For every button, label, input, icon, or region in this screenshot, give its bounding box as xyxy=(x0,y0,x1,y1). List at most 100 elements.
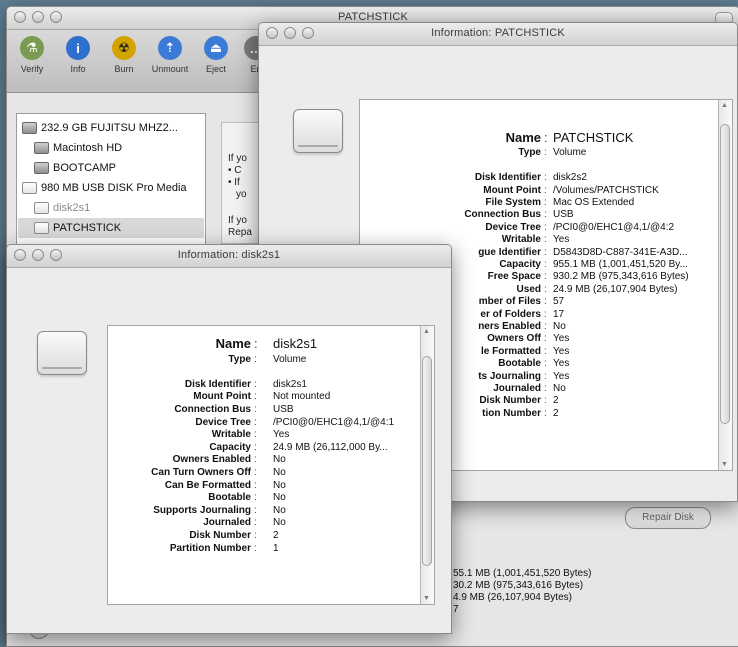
info-value: 930.2 MB (975,343,616 Bytes) xyxy=(553,271,689,283)
info-key: Device Tree xyxy=(485,221,541,233)
disk-info-list: Name: disk2s1 Type: Volume Disk Identifier: d… xyxy=(107,325,435,605)
info-key: Disk Identifier xyxy=(184,378,251,390)
info-colon: : xyxy=(544,308,547,320)
info-value: No xyxy=(273,492,286,504)
info-colon: : xyxy=(544,345,547,357)
info-value: Mac OS Extended xyxy=(553,197,635,208)
scroll-up-arrow-icon[interactable]: ▲ xyxy=(721,102,728,109)
info-row: Device Tree: /PCI0@0/EHC1@4,1/@4:1 xyxy=(108,417,434,429)
scroll-down-arrow-icon[interactable]: ▼ xyxy=(423,595,430,602)
info-value: disk2s1 xyxy=(273,378,307,390)
patch-titlebar[interactable]: Information: PATCHSTICK xyxy=(259,23,737,46)
info-key: File System xyxy=(485,197,541,208)
info-key: Name xyxy=(505,130,541,145)
scroll-up-arrow-icon[interactable]: ▲ xyxy=(423,328,430,335)
info-key: Disk Number xyxy=(479,395,541,407)
scroll-down-arrow-icon[interactable]: ▼ xyxy=(721,461,728,468)
external-drive-icon xyxy=(37,331,87,375)
scroll-thumb[interactable] xyxy=(422,356,432,566)
info-colon: : xyxy=(254,353,257,365)
patch-scrollbar[interactable]: ▲ ▼ xyxy=(718,100,732,470)
disk-list-item[interactable]: BOOTCAMP xyxy=(34,158,116,178)
disk-titlebar[interactable]: Information: disk2s1 xyxy=(7,245,451,268)
info-colon: : xyxy=(254,542,257,554)
info-value: No xyxy=(273,504,286,516)
info-value: 24.9 MB (26,112,000 By... xyxy=(273,441,388,453)
info-row: Type: Volume xyxy=(108,354,434,366)
disk-list-item-selected[interactable]: PATCHSTICK xyxy=(18,218,204,238)
disk-scrollbar[interactable]: ▲ ▼ xyxy=(420,326,434,604)
info-value: USB xyxy=(273,404,294,415)
info-row: Can Turn Owners Off: No xyxy=(108,467,434,479)
first-aid-text: • C xyxy=(228,165,242,176)
info-colon: : xyxy=(544,234,547,246)
info-value: Yes xyxy=(553,345,570,357)
info-row: Connection Bus: USB xyxy=(360,209,732,221)
unmount-button[interactable]: ⇡ Unmount xyxy=(147,36,193,74)
burn-icon: ☢ xyxy=(112,36,136,60)
info-value: disk2s1 xyxy=(273,336,318,351)
info-row: Type: Volume xyxy=(360,147,732,159)
info-colon: : xyxy=(254,378,257,390)
info-key: Capacity xyxy=(499,259,541,270)
info-row: Disk Identifier: disk2s1 xyxy=(108,379,434,391)
info-colon: : xyxy=(254,416,257,428)
patch-window-title: Information: PATCHSTICK xyxy=(431,27,565,39)
repair-disk-button[interactable]: Repair Disk xyxy=(625,507,711,529)
info-colon: : xyxy=(544,333,547,345)
info-key: ners Enabled xyxy=(478,321,541,332)
info-value: /PCI0@0/EHC1@4,1/@4:2 xyxy=(553,221,675,233)
info-colon: : xyxy=(254,530,257,541)
scroll-thumb[interactable] xyxy=(720,124,730,424)
info-colon: : xyxy=(544,271,547,283)
disk-list-item[interactable]: disk2s1 xyxy=(34,198,90,218)
info-value: disk2s2 xyxy=(553,172,587,184)
info-value: D5843D8D-C887-341E-A3D... xyxy=(553,246,688,258)
info-row: Disk Number: 2 xyxy=(108,530,434,542)
info-key: Used xyxy=(516,283,541,295)
info-key: Free Space xyxy=(487,271,541,283)
info-row xyxy=(108,366,434,378)
info-value: 57 xyxy=(553,296,565,308)
info-row: Can Be Formatted: No xyxy=(108,480,434,492)
info-key: Bootable xyxy=(208,492,251,504)
info-value: No xyxy=(553,321,566,332)
info-row: Name: disk2s1 xyxy=(108,336,434,351)
disk-list-item[interactable]: 980 MB USB DISK Pro Media xyxy=(22,178,187,198)
verify-button[interactable]: ⚗ Verify xyxy=(9,36,55,74)
info-value: 2 xyxy=(553,395,559,407)
info-colon: : xyxy=(544,321,547,332)
hard-disk-icon xyxy=(22,122,37,134)
burn-button[interactable]: ☢ Burn xyxy=(101,36,147,74)
info-value: PATCHSTICK xyxy=(553,130,634,145)
first-aid-pane: If yo • C • If yo If yo Repa xyxy=(221,122,262,244)
info-colon: : xyxy=(254,336,258,351)
info-key: Owners Enabled xyxy=(172,454,251,466)
info-value: Volume xyxy=(553,147,587,159)
info-key: le Formatted xyxy=(480,345,541,357)
info-button[interactable]: i Info xyxy=(55,36,101,74)
used-value: 4.9 MB (26,107,904 Bytes) xyxy=(453,592,572,603)
info-value: 24.9 MB (26,107,904 Bytes) xyxy=(553,283,678,295)
info-value: 2 xyxy=(553,407,559,419)
info-value: No xyxy=(553,383,566,394)
info-key: Journaled xyxy=(203,517,251,529)
disk-list-item[interactable]: 232.9 GB FUJITSU MHZ2... xyxy=(22,118,178,138)
info-colon: : xyxy=(254,391,257,403)
info-key: er of Folders xyxy=(480,308,541,320)
info-row: Bootable: No xyxy=(108,492,434,504)
info-value: Yes xyxy=(553,370,570,382)
info-row: Journaled: No xyxy=(108,517,434,529)
info-colon: : xyxy=(544,395,547,407)
info-row: File System: Mac OS Extended xyxy=(360,197,732,209)
disk-list: 232.9 GB FUJITSU MHZ2... Macintosh HD BO… xyxy=(16,113,206,255)
first-aid-text: yo xyxy=(236,189,247,200)
info-colon: : xyxy=(254,404,257,415)
info-colon: : xyxy=(544,209,547,221)
info-colon: : xyxy=(254,479,257,491)
info-key: Partition Number xyxy=(169,542,251,554)
info-value: No xyxy=(273,454,286,466)
info-value: /PCI0@0/EHC1@4,1/@4:1 xyxy=(273,416,395,428)
info-value: Yes xyxy=(553,333,570,345)
disk-list-item[interactable]: Macintosh HD xyxy=(34,138,122,158)
